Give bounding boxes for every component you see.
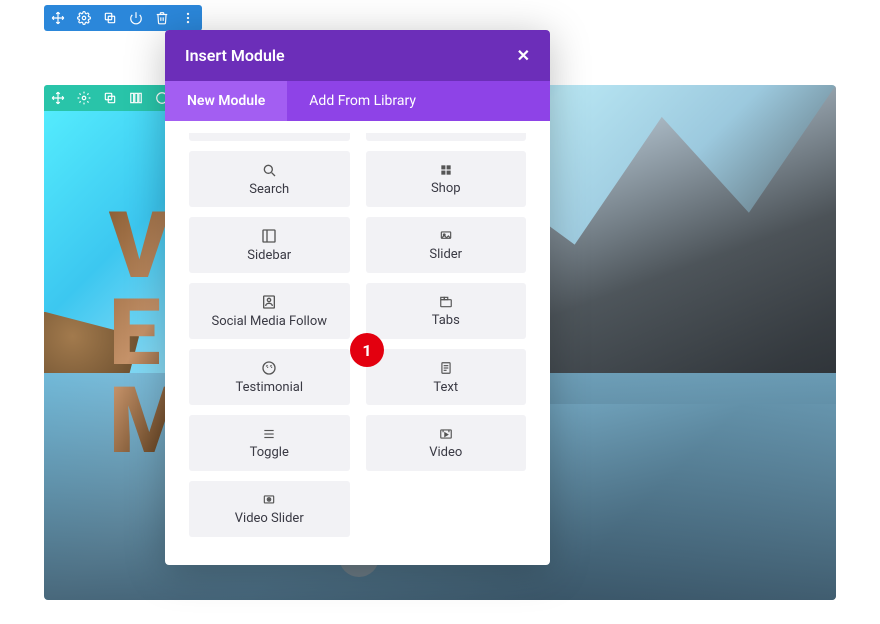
tab-new-module[interactable]: New Module (165, 81, 287, 121)
module-card-peek[interactable] (189, 133, 350, 141)
module-video[interactable]: Video (366, 415, 527, 471)
module-social-media-follow[interactable]: Social Media Follow (189, 283, 350, 339)
section-toolbar (44, 5, 202, 31)
move-icon[interactable] (50, 90, 66, 106)
module-sidebar[interactable]: Sidebar (189, 217, 350, 273)
more-icon[interactable] (180, 10, 196, 26)
module-label: Slider (429, 247, 462, 262)
module-tabs[interactable]: Tabs (366, 283, 527, 339)
row-toolbar (44, 85, 176, 111)
module-card-peek[interactable] (366, 133, 527, 141)
module-label: Toggle (250, 445, 289, 460)
search-icon (261, 162, 277, 178)
module-search[interactable]: Search (189, 151, 350, 207)
sidebar-icon (261, 228, 277, 244)
gear-icon[interactable] (76, 10, 92, 26)
module-toggle[interactable]: Toggle (189, 415, 350, 471)
module-label: Video (429, 445, 462, 460)
module-testimonial[interactable]: Testimonial (189, 349, 350, 405)
module-label: Social Media Follow (211, 314, 327, 329)
social-icon (261, 294, 277, 310)
module-label: Text (433, 380, 458, 395)
duplicate-icon[interactable] (102, 10, 118, 26)
module-shop[interactable]: Shop (366, 151, 527, 207)
tabs-icon (437, 295, 455, 309)
modal-header: Insert Module ✕ (165, 30, 550, 81)
toggle-icon (261, 427, 277, 441)
video-icon (437, 427, 455, 441)
module-video-slider[interactable]: Video Slider (189, 481, 350, 537)
tab-add-from-library[interactable]: Add From Library (287, 81, 438, 121)
duplicate-icon[interactable] (102, 90, 118, 106)
module-text[interactable]: Text (366, 349, 527, 405)
text-icon (439, 360, 453, 376)
video-slider-icon (260, 493, 278, 507)
callout-badge: 1 (350, 333, 384, 367)
module-slider[interactable]: Slider (366, 217, 527, 273)
shop-icon (439, 163, 453, 177)
insert-module-modal: Insert Module ✕ New Module Add From Libr… (165, 30, 550, 565)
power-icon[interactable] (128, 10, 144, 26)
module-label: Search (249, 182, 289, 197)
stage: V EX M Insert Module ✕ New Module Add Fr… (0, 0, 880, 624)
slider-icon (437, 229, 455, 243)
columns-icon[interactable] (128, 90, 144, 106)
testimonial-icon (261, 360, 277, 376)
move-icon[interactable] (50, 10, 66, 26)
module-label: Tabs (432, 313, 460, 328)
modal-title: Insert Module (185, 46, 285, 65)
gear-icon[interactable] (76, 90, 92, 106)
module-label: Sidebar (247, 248, 291, 263)
module-label: Testimonial (235, 380, 303, 395)
trash-icon[interactable] (154, 10, 170, 26)
module-label: Video Slider (235, 511, 304, 526)
close-icon[interactable]: ✕ (517, 46, 530, 65)
callout-number: 1 (362, 341, 371, 360)
module-label: Shop (431, 181, 461, 196)
modal-tabs: New Module Add From Library (165, 81, 550, 121)
